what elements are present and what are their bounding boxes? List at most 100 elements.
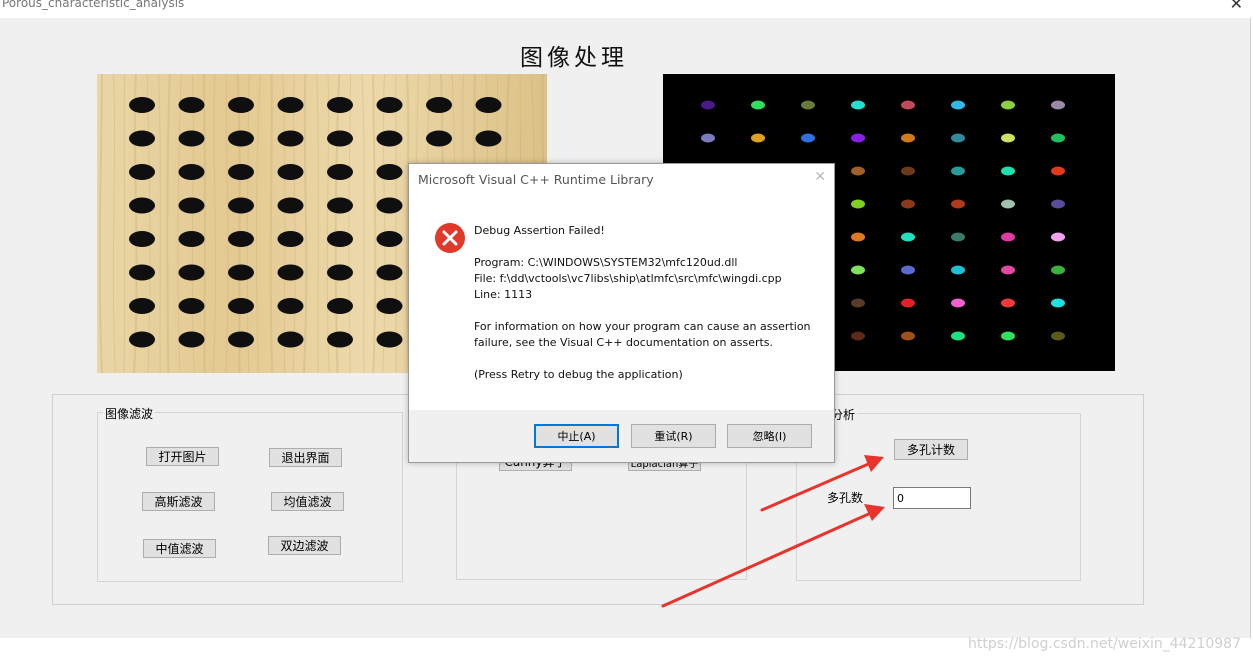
hole-count-label: 多孔数 (827, 491, 864, 505)
watermark: https://blog.csdn.net/weixin_44210987 (967, 636, 1241, 652)
hole (327, 164, 353, 180)
hole (228, 164, 254, 180)
hole (129, 164, 155, 180)
window-title: Porous_characteristic_analysis (2, 0, 185, 10)
dialog-close-icon[interactable]: ✕ (814, 169, 826, 185)
hole (277, 130, 304, 147)
hole (327, 231, 353, 247)
labeled-blob (1051, 298, 1065, 308)
hole (475, 97, 502, 113)
error-icon (435, 223, 465, 253)
hole (327, 130, 353, 147)
labeled-blob (901, 166, 915, 176)
bilateral-filter-button[interactable]: 双边滤波 (268, 536, 341, 555)
labeled-blob (701, 133, 715, 143)
labeled-blob (901, 232, 915, 242)
hole (277, 164, 304, 180)
hole (327, 298, 353, 314)
hole (277, 231, 304, 247)
labeled-blob (1051, 133, 1065, 143)
hole (426, 130, 452, 147)
labeled-blob (1001, 232, 1015, 242)
labeled-blob (901, 100, 915, 110)
assertion-dialog: Microsoft Visual C++ Runtime Library ✕ D… (408, 163, 835, 463)
labeled-blob (851, 265, 865, 275)
hole (228, 231, 254, 247)
hole (228, 197, 254, 214)
dialog-title: Microsoft Visual C++ Runtime Library (418, 172, 654, 187)
dialog-info-line1: For information on how your program can … (474, 320, 811, 333)
hole (178, 197, 205, 214)
page-title: 图像处理 (520, 45, 628, 71)
hole (129, 298, 155, 314)
hole (228, 97, 254, 113)
hole (228, 331, 254, 348)
dialog-retry-note: (Press Retry to debug the application) (474, 368, 683, 381)
labeled-blob (851, 298, 865, 308)
window-titlebar: Porous_characteristic_analysis ✕ (0, 0, 1253, 18)
median-filter-button[interactable]: 中值滤波 (143, 539, 216, 558)
labeled-blob (1051, 232, 1065, 242)
hole (129, 231, 155, 247)
labeled-blob (951, 232, 965, 242)
labeled-blob (1001, 265, 1015, 275)
hole (327, 97, 353, 113)
labeled-blob (1001, 331, 1015, 341)
dialog-line: Line: 1113 (474, 288, 533, 301)
hole-count-button[interactable]: 多孔计数 (894, 439, 968, 460)
labeled-blob (801, 100, 815, 110)
hole (277, 331, 304, 348)
retry-button[interactable]: 重试(R) (631, 424, 716, 448)
labeled-blob (901, 199, 915, 209)
hole-count-field[interactable]: 0 (893, 487, 971, 509)
labeled-blob (1001, 199, 1015, 209)
window-close-icon[interactable]: ✕ (1230, 0, 1243, 13)
labeled-blob (901, 265, 915, 275)
open-image-button[interactable]: 打开图片 (146, 447, 219, 466)
hole (327, 331, 353, 348)
labeled-blob (851, 133, 865, 143)
labeled-blob (851, 331, 865, 341)
hole (129, 197, 155, 214)
labeled-blob (951, 199, 965, 209)
labeled-blob (751, 100, 765, 110)
gaussian-filter-button[interactable]: 高斯滤波 (142, 492, 215, 511)
hole (129, 130, 155, 147)
labeled-blob (1051, 166, 1065, 176)
labeled-blob (801, 133, 815, 143)
hole (228, 264, 254, 281)
hole (376, 130, 403, 147)
exit-button[interactable]: 退出界面 (269, 448, 342, 467)
labeled-blob (951, 133, 965, 143)
labeled-blob (851, 100, 865, 110)
hole (178, 331, 205, 348)
hole (475, 130, 502, 147)
labeled-blob (1051, 331, 1065, 341)
hole (376, 197, 403, 214)
hole (376, 97, 403, 113)
labeled-blob (1001, 166, 1015, 176)
hole (129, 264, 155, 281)
labeled-blob (1001, 133, 1015, 143)
hole (277, 197, 304, 214)
abort-button[interactable]: 中止(A) (534, 424, 619, 448)
labeled-blob (901, 133, 915, 143)
hole (426, 97, 452, 113)
labeled-blob (901, 298, 915, 308)
ignore-button[interactable]: 忽略(I) (727, 424, 812, 448)
labeled-blob (951, 331, 965, 341)
labeled-blob (851, 199, 865, 209)
hole (178, 164, 205, 180)
hole (178, 264, 205, 281)
hole (277, 264, 304, 281)
labeled-blob (951, 298, 965, 308)
mean-filter-button[interactable]: 均值滤波 (271, 492, 344, 511)
labeled-blob (1051, 265, 1065, 275)
dialog-heading: Debug Assertion Failed! (474, 224, 605, 237)
filter-group-label: 图像滤波 (103, 405, 156, 422)
labeled-blob (1051, 100, 1065, 110)
labeled-blob (1001, 298, 1015, 308)
hole (178, 231, 205, 247)
labeled-blob (951, 166, 965, 176)
labeled-blob (701, 100, 715, 110)
